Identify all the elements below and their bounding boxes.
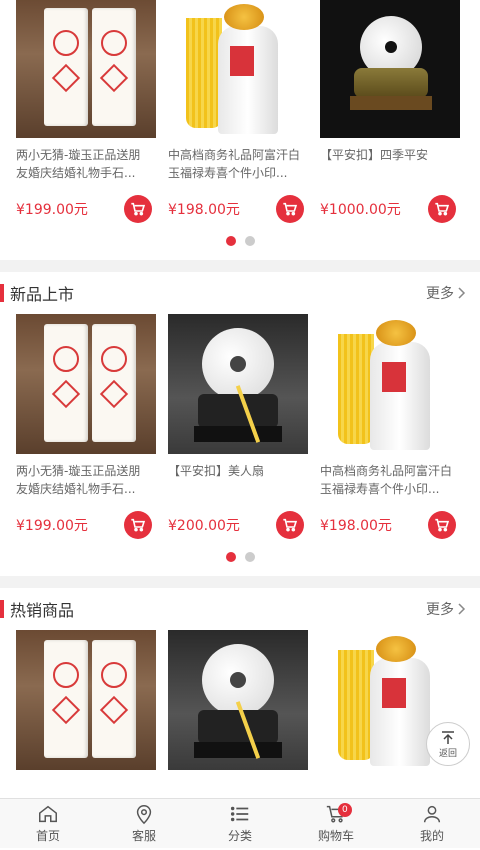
add-to-cart-button[interactable]	[428, 511, 456, 539]
more-link[interactable]: 更多	[426, 283, 466, 303]
title-accent-bar	[0, 284, 4, 302]
nav-item-profile[interactable]: 我的	[384, 799, 480, 848]
chevron-right-icon	[458, 603, 466, 615]
add-to-cart-button[interactable]	[276, 195, 304, 223]
chevron-right-icon	[458, 287, 466, 299]
product-grid: 两小无猜-璇玉正品送朋友婚庆结婚礼物手石... ¥199.00元 【平安扣】美人…	[0, 314, 480, 540]
product-image[interactable]	[320, 314, 460, 454]
product-price: ¥200.00元	[168, 518, 240, 534]
home-icon	[39, 805, 57, 823]
product-name[interactable]: 两小无猜-璇玉正品送朋友婚庆结婚礼物手石...	[16, 146, 152, 182]
cart-count-badge: 0	[337, 803, 352, 817]
pagination-dot[interactable]	[244, 236, 255, 246]
product-image[interactable]	[320, 0, 460, 138]
product-price: ¥198.00元	[168, 202, 240, 218]
nav-label: 首页	[35, 829, 60, 843]
back-to-top-label: 返回	[438, 748, 457, 759]
nav-item-home[interactable]: 首页	[0, 799, 96, 848]
product-card[interactable]	[160, 630, 312, 770]
add-to-cart-button[interactable]	[124, 195, 152, 223]
section-title-text: 新品上市	[10, 285, 75, 304]
hot-sales-section: 热销商品 更多	[0, 588, 480, 770]
location-pin-icon	[136, 805, 152, 825]
new-arrivals-section: 新品上市 更多 两小无猜-璇玉正品送朋友婚庆结婚礼物手石... ¥199.00元	[0, 272, 480, 576]
nav-label: 我的	[419, 829, 444, 843]
product-card[interactable]: 【平安扣】美人扇 ¥200.00元	[160, 314, 312, 540]
product-image[interactable]	[16, 630, 156, 770]
section-divider	[0, 576, 480, 588]
product-name[interactable]: 【平安扣】四季平安	[320, 146, 456, 182]
product-card[interactable]: 中高档商务礼品阿富汗白玉福禄寿喜个件小印... ¥198.00元	[312, 314, 464, 540]
product-price: ¥199.00元	[16, 518, 88, 534]
product-name[interactable]: 两小无猜-璇玉正品送朋友婚庆结婚礼物手石...	[16, 462, 152, 498]
section-divider	[0, 260, 480, 272]
product-name[interactable]: 中高档商务礼品阿富汗白玉福禄寿喜个件小印...	[320, 462, 456, 498]
nav-item-cart[interactable]: 0 购物车	[288, 799, 384, 848]
product-image[interactable]	[16, 314, 156, 454]
add-to-cart-button[interactable]	[124, 511, 152, 539]
cart-icon	[283, 518, 298, 532]
title-accent-bar	[0, 600, 4, 618]
product-image[interactable]	[168, 630, 308, 770]
user-icon	[423, 805, 441, 823]
nav-label: 购物车	[317, 829, 354, 843]
arrow-up-icon	[442, 730, 454, 744]
product-image[interactable]	[168, 314, 308, 454]
product-card[interactable]: 两小无猜-璇玉正品送朋友婚庆结婚礼物手石... ¥199.00元	[8, 314, 160, 540]
carousel-pagination	[0, 224, 480, 260]
nav-item-service[interactable]: 客服	[96, 799, 192, 848]
cart-icon	[131, 518, 146, 532]
pagination-dot-active[interactable]	[225, 552, 236, 562]
carousel-top-section: 两小无猜-璇玉正品送朋友婚庆结婚礼物手石... ¥199.00元 中高档商务礼品…	[0, 0, 480, 260]
cart-icon	[435, 202, 450, 216]
product-card[interactable]	[8, 630, 160, 770]
add-to-cart-button[interactable]	[276, 511, 304, 539]
cart-icon	[283, 202, 298, 216]
pagination-dot[interactable]	[244, 552, 255, 562]
more-link[interactable]: 更多	[426, 599, 466, 619]
product-card[interactable]: 中高档商务礼品阿富汗白玉福禄寿喜个件小印... ¥198.00元	[160, 0, 312, 224]
section-header: 热销商品 更多	[0, 588, 480, 630]
cart-icon	[131, 202, 146, 216]
more-link-text[interactable]: 更多	[426, 283, 454, 303]
product-price: ¥199.00元	[16, 202, 88, 218]
carousel-pagination	[0, 540, 480, 576]
product-card[interactable]: 两小无猜-璇玉正品送朋友婚庆结婚礼物手石... ¥199.00元	[8, 0, 160, 224]
product-name[interactable]: 【平安扣】美人扇	[168, 462, 304, 498]
product-price: ¥1000.00元	[320, 202, 401, 218]
product-image[interactable]	[16, 0, 156, 138]
product-card[interactable]: 【平安扣】四季平安 ¥1000.00元	[312, 0, 464, 224]
section-header: 新品上市 更多	[0, 272, 480, 314]
section-title-text: 热销商品	[10, 601, 75, 620]
nav-label: 分类	[227, 829, 252, 843]
product-image[interactable]	[168, 0, 308, 138]
product-grid	[0, 630, 480, 770]
more-link-text[interactable]: 更多	[426, 599, 454, 619]
section-title: 热销商品	[0, 597, 74, 621]
product-price: ¥198.00元	[320, 518, 392, 534]
bottom-nav: 首页 客服 分类 0 购物车 我的	[0, 798, 480, 848]
product-name[interactable]: 中高档商务礼品阿富汗白玉福禄寿喜个件小印...	[168, 146, 304, 182]
nav-item-category[interactable]: 分类	[192, 799, 288, 848]
add-to-cart-button[interactable]	[428, 195, 456, 223]
product-grid: 两小无猜-璇玉正品送朋友婚庆结婚礼物手石... ¥199.00元 中高档商务礼品…	[0, 0, 480, 224]
section-title: 新品上市	[0, 281, 74, 305]
list-icon	[230, 806, 249, 822]
cart-icon	[435, 518, 450, 532]
nav-label: 客服	[131, 829, 156, 843]
back-to-top-button[interactable]: 返回	[426, 722, 470, 766]
pagination-dot-active[interactable]	[225, 236, 236, 246]
